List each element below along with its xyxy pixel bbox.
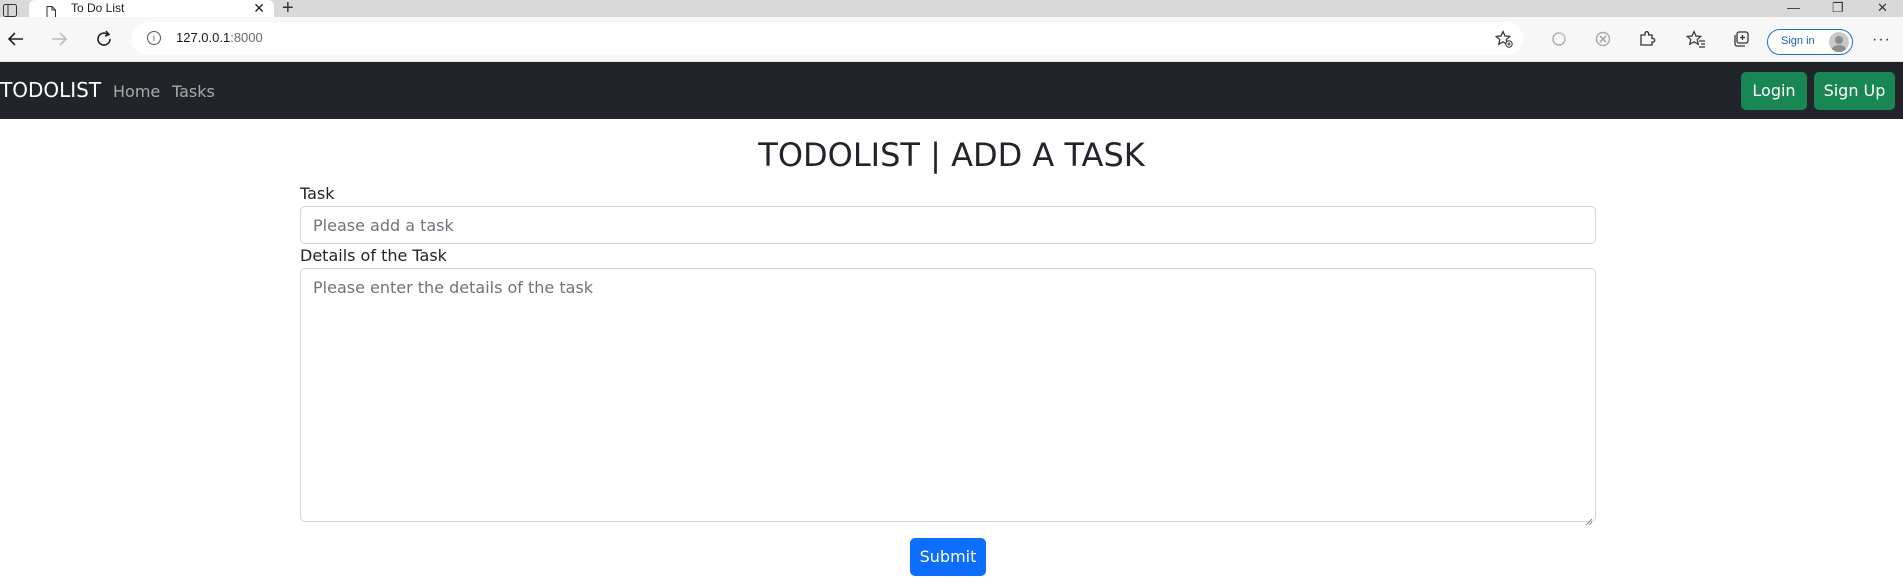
site-navbar: TODOLIST Home Tasks Login Sign Up: [0, 62, 1903, 119]
tab-title: To Do List: [71, 1, 125, 15]
extension-icon-2[interactable]: [1593, 29, 1613, 49]
tab-close-icon[interactable]: ✕: [253, 0, 265, 17]
nav-link-tasks[interactable]: Tasks: [172, 82, 215, 101]
address-port: :8000: [230, 30, 263, 45]
address-url: 127.0.0.1:8000: [176, 30, 263, 45]
browser-tabstrip: To Do List ✕ + — ❐ ✕: [0, 0, 1903, 19]
details-label: Details of the Task: [300, 246, 447, 265]
favorites-icon[interactable]: [1685, 29, 1706, 49]
browser-toolbar: i 127.0.0.1:8000 Sign in ···: [0, 17, 1903, 62]
resize-handle-icon[interactable]: [1585, 511, 1593, 526]
extension-icon-1[interactable]: [1549, 29, 1569, 49]
details-textarea[interactable]: Please enter the details of the task: [300, 268, 1596, 526]
navbar-brand[interactable]: TODOLIST: [0, 78, 101, 102]
sidebar-toggle-icon[interactable]: [3, 2, 17, 17]
window-restore-icon[interactable]: ❐: [1832, 0, 1844, 17]
window-close-icon[interactable]: ✕: [1877, 0, 1888, 17]
page-title: TODOLIST | ADD A TASK: [758, 136, 1145, 174]
collections-icon[interactable]: [1731, 29, 1751, 49]
address-bar[interactable]: i 127.0.0.1:8000: [132, 22, 1523, 55]
task-input[interactable]: Please add a task: [300, 206, 1596, 244]
more-options-icon[interactable]: ···: [1872, 31, 1891, 49]
refresh-icon[interactable]: [93, 28, 115, 50]
forward-arrow-icon[interactable]: [48, 28, 70, 50]
submit-button[interactable]: Submit: [910, 538, 986, 576]
details-textarea-placeholder: Please enter the details of the task: [313, 278, 594, 297]
address-host: 127.0.0.1: [176, 30, 231, 45]
login-button[interactable]: Login: [1741, 72, 1807, 110]
signin-label: Sign in: [1781, 35, 1815, 47]
back-arrow-icon[interactable]: [5, 28, 27, 50]
task-input-placeholder: Please add a task: [313, 216, 454, 235]
add-favorite-icon[interactable]: [1494, 30, 1513, 52]
window-minimize-icon[interactable]: —: [1787, 0, 1800, 17]
browser-tab[interactable]: To Do List ✕: [29, 0, 274, 18]
avatar: [1829, 32, 1849, 52]
profile-signin-button[interactable]: Sign in: [1767, 29, 1853, 55]
extensions-puzzle-icon[interactable]: [1637, 29, 1657, 49]
nav-link-home[interactable]: Home: [113, 82, 160, 101]
signup-button[interactable]: Sign Up: [1814, 72, 1895, 110]
site-info-icon[interactable]: i: [147, 31, 161, 45]
task-label: Task: [300, 184, 335, 203]
